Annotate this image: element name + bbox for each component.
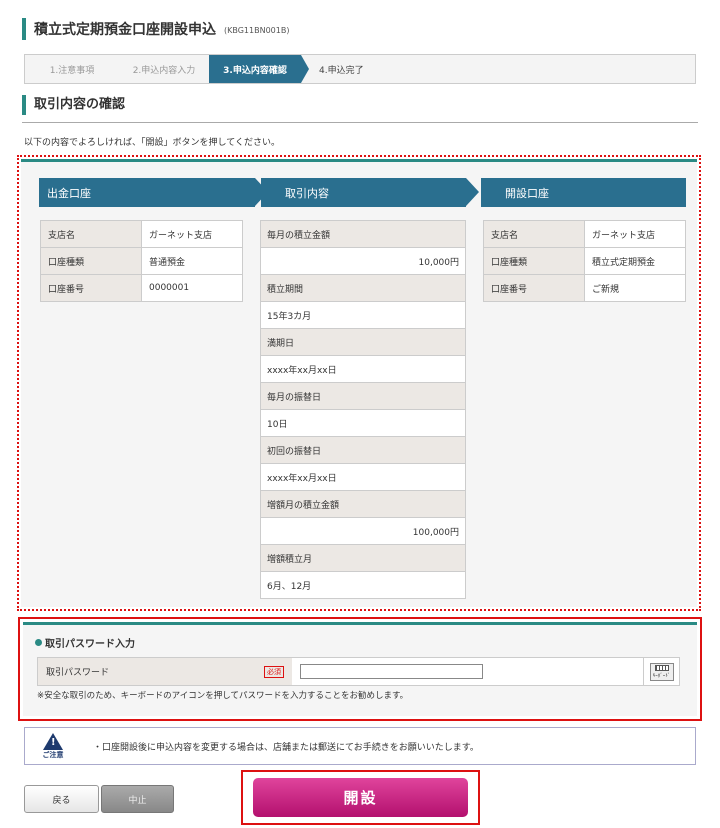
table-row: 口座番号 ご新規 (483, 274, 686, 302)
row-label: 増額積立月 (260, 544, 466, 572)
password-input[interactable] (300, 664, 483, 679)
password-label: 取引パスワード 必須 (38, 658, 292, 685)
open-button-highlight: 開設 (241, 770, 480, 825)
row-value: 100,000円 (260, 517, 466, 545)
bullet-icon (35, 639, 42, 646)
row-value: 積立式定期預金 (584, 247, 686, 275)
row-value: 10,000円 (260, 247, 466, 275)
row-label: 満期日 (260, 328, 466, 356)
row-value: ガーネット支店 (141, 220, 243, 248)
required-badge: 必須 (264, 666, 284, 678)
progress-steps: 1.注意事項 2.申込内容入力 3.申込内容確認 4.申込完了 (24, 54, 696, 84)
transaction-table: 毎月の積立金額 10,000円 積立期間 15年3カ月 満期日 xxxx年xx月… (260, 220, 466, 599)
row-value: xxxx年xx月xx日 (260, 355, 466, 383)
step-2: 2.申込内容入力 (132, 65, 196, 76)
table-row: 支店名 ガーネット支店 (483, 220, 686, 248)
step-3-current: 3.申込内容確認 (209, 55, 309, 83)
step-1: 1.注意事項 (49, 65, 95, 76)
row-value: xxxx年xx月xx日 (260, 463, 466, 491)
step-4: 4.申込完了 (319, 65, 364, 76)
cancel-button[interactable]: 中止 (101, 785, 174, 813)
warning-triangle-icon: ! (43, 732, 63, 750)
caution-box: ! ご注意 ・口座開設後に申込内容を変更する場合は、店舗または郵送にてお手続きを… (24, 727, 696, 765)
table-row: 口座種類 普通預金 (40, 247, 243, 275)
table-row: 口座種類 積立式定期預金 (483, 247, 686, 275)
caution-text: ・口座開設後に申込内容を変更する場合は、店舗または郵送にてお手続きをお願いいたし… (93, 742, 479, 753)
row-value: 15年3カ月 (260, 301, 466, 329)
open-account-header: 開設口座 (481, 178, 686, 207)
password-note: ※安全な取引のため、キーボードのアイコンを押してパスワードを入力することをお勧め… (37, 691, 409, 701)
section-accent (22, 95, 26, 115)
caution-label: ご注意 (42, 750, 64, 759)
open-account-table: 支店名 ガーネット支店 口座種類 積立式定期預金 口座番号 ご新規 (483, 220, 686, 302)
back-button[interactable]: 戻る (24, 785, 99, 813)
confirmation-summary: 出金口座 取引内容 開設口座 支店名 ガーネット支店 口座種類 普通預金 口座番号 0… (17, 155, 701, 611)
row-value: 6月、12月 (260, 571, 466, 599)
password-row: 取引パスワード 必須 ｷｰﾎﾞｰﾄﾞ (37, 657, 680, 686)
page-header: 積立式定期預金口座開設申込 (KBG11BN001B) (22, 18, 289, 40)
row-label: 毎月の振替日 (260, 382, 466, 410)
section-heading: 取引内容の確認 (22, 95, 698, 123)
password-section-title: 取引パスワード入力 (35, 635, 135, 650)
title-accent (22, 18, 26, 40)
row-value: 普通預金 (141, 247, 243, 275)
row-label: 増額月の積立金額 (260, 490, 466, 518)
row-label: 初回の振替日 (260, 436, 466, 464)
row-value: 0000001 (141, 274, 243, 302)
row-label: 積立期間 (260, 274, 466, 302)
row-label: 口座種類 (483, 247, 585, 275)
row-value: ガーネット支店 (584, 220, 686, 248)
screen-code: (KBG11BN001B) (224, 26, 290, 35)
open-account-button[interactable]: 開設 (253, 778, 468, 817)
transaction-header: 取引内容 (261, 178, 479, 207)
debit-account-header: 出金口座 (39, 178, 268, 207)
table-row: 口座番号 0000001 (40, 274, 243, 302)
section-title: 取引内容の確認 (34, 97, 126, 112)
row-label: 口座番号 (40, 274, 142, 302)
row-label: 支店名 (483, 220, 585, 248)
debit-account-table: 支店名 ガーネット支店 口座種類 普通預金 口座番号 0000001 (40, 220, 243, 302)
row-value: 10日 (260, 409, 466, 437)
table-row: 支店名 ガーネット支店 (40, 220, 243, 248)
row-label: 支店名 (40, 220, 142, 248)
row-label: 口座種類 (40, 247, 142, 275)
keyboard-icon[interactable]: ｷｰﾎﾞｰﾄﾞ (649, 662, 674, 681)
password-section: 取引パスワード入力 取引パスワード 必須 ｷｰﾎﾞｰﾄﾞ ※安全な取引のため、キ… (18, 617, 702, 721)
row-label: 口座番号 (483, 274, 585, 302)
row-value: ご新規 (584, 274, 686, 302)
page-title: 積立式定期預金口座開設申込 (34, 22, 216, 38)
instruction-text: 以下の内容でよろしければ、「開設」ボタンを押してください。 (24, 138, 280, 148)
row-label: 毎月の積立金額 (260, 220, 466, 248)
